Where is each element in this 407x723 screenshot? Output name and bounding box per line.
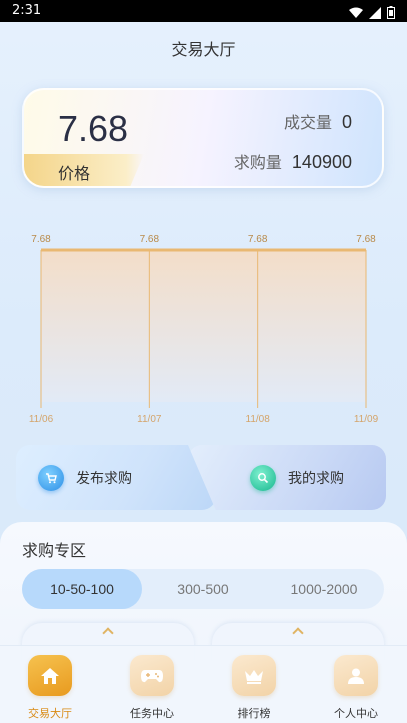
nav-label-profile: 个人中心 (334, 707, 378, 720)
tab-300-500[interactable]: 300-500 (143, 569, 263, 609)
page-title: 交易大厅 (171, 40, 236, 59)
quantity-tabs: 10-50-100 300-500 1000-2000 (22, 569, 384, 609)
nav-item-trading-hall[interactable]: 交易大厅 (15, 655, 85, 721)
price-value: 7.68 (58, 108, 129, 149)
price-label: 价格 (58, 164, 91, 183)
card-top-mark (292, 627, 304, 639)
demand-label: 求购量 (233, 153, 282, 172)
chart-area-fill (41, 250, 366, 402)
chart-data-label: 7.68 (356, 234, 376, 245)
status-bar: 2:31 (0, 0, 407, 22)
signal-icon (369, 4, 381, 23)
publish-request-label: 发布求购 (76, 470, 132, 487)
bottom-nav: 交易大厅 任务中心 排行榜 个人中心 (0, 645, 407, 723)
wifi-icon (349, 4, 363, 23)
chart-x-tick-label: 11/07 (137, 414, 162, 425)
nav-label-leaderboard: 排行榜 (237, 707, 271, 720)
volume-row: 成交量 0 (284, 109, 352, 133)
battery-icon (387, 4, 395, 23)
my-requests-button[interactable]: 我的求购 (188, 445, 386, 510)
my-requests-label: 我的求购 (288, 470, 344, 487)
search-icon (250, 464, 276, 491)
status-time: 2:31 (12, 3, 42, 18)
nav-label-trading-hall: 交易大厅 (28, 707, 72, 720)
chart-x-tick-label: 11/06 (29, 414, 54, 425)
price-card: 7.68 价格 成交量 0 求购量 140900 (22, 88, 384, 188)
user-icon (334, 655, 378, 696)
chart-data-label: 7.68 (140, 234, 160, 245)
nav-item-task-center[interactable]: 任务中心 (117, 655, 187, 721)
cart-icon (38, 464, 64, 491)
nav-label-task-center: 任务中心 (130, 707, 174, 720)
gamepad-icon (130, 655, 174, 696)
nav-item-profile[interactable]: 个人中心 (321, 655, 391, 721)
zone-title: 求购专区 (22, 541, 87, 560)
demand-value: 140900 (291, 152, 352, 172)
price-chart: 7.68 7.68 7.68 7.68 11/06 11/07 11/08 11/09 (0, 225, 407, 430)
chart-x-tick-label: 11/08 (246, 414, 271, 425)
crown-icon (232, 655, 276, 696)
action-buttons: 发布求购 我的求购 (16, 445, 386, 510)
tab-1000-2000[interactable]: 1000-2000 (264, 569, 384, 609)
chart-data-label: 7.68 (248, 234, 268, 245)
chart-data-label: 7.68 (31, 234, 51, 245)
card-top-mark (102, 627, 114, 639)
publish-request-button[interactable]: 发布求购 (16, 445, 216, 510)
volume-value: 0 (341, 112, 352, 132)
price-chart-svg: 7.68 7.68 7.68 7.68 11/06 11/07 11/08 11/09 (29, 234, 379, 425)
volume-label: 成交量 (283, 113, 332, 132)
demand-row: 求购量 140900 (234, 149, 352, 173)
nav-item-leaderboard[interactable]: 排行榜 (219, 655, 289, 721)
status-icons (349, 4, 395, 23)
chart-x-tick-label: 11/09 (354, 414, 379, 425)
tab-10-50-100[interactable]: 10-50-100 (22, 569, 142, 609)
home-icon (28, 655, 72, 696)
